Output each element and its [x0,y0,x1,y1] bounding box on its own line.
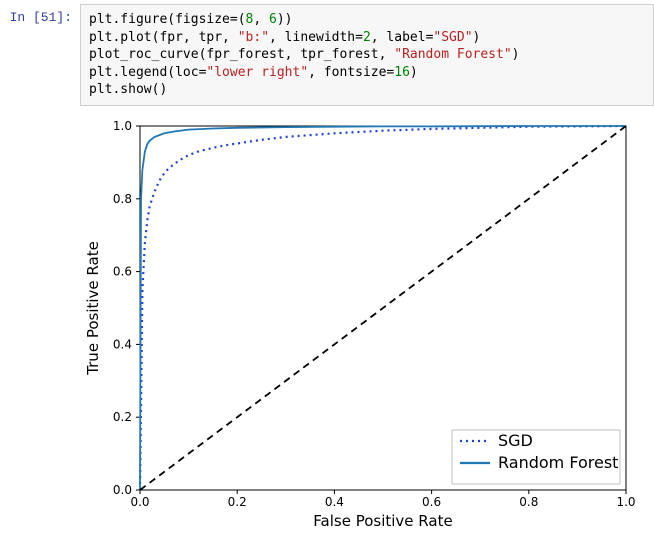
svg-text:False Positive Rate: False Positive Rate [313,512,452,530]
svg-text:1.0: 1.0 [616,495,635,509]
svg-text:SGD: SGD [498,431,533,450]
input-prompt: In [51]: [0,4,80,25]
code-input[interactable]: plt.figure(figsize=(8, 6)) plt.plot(fpr,… [80,4,654,106]
chart-svg: 0.0 0.2 0.4 0.6 0.8 1.0 0.0 0.2 0.4 0.6 0.8 1.0 Fals… [80,114,636,534]
svg-text:0.8: 0.8 [113,192,132,206]
svg-text:0.6: 0.6 [422,495,441,509]
svg-text:0.4: 0.4 [113,337,132,351]
svg-text:0.6: 0.6 [113,264,132,278]
svg-text:0.8: 0.8 [519,495,538,509]
prompt-number: [51]: [33,10,72,25]
svg-text:0.0: 0.0 [113,483,132,497]
svg-text:0.0: 0.0 [130,495,149,509]
prompt-prefix: In [10,10,33,25]
svg-text:0.2: 0.2 [228,495,247,509]
roc-chart: 0.0 0.2 0.4 0.6 0.8 1.0 0.0 0.2 0.4 0.6 0.8 1.0 Fals… [80,114,636,534]
svg-text:Random Forest: Random Forest [498,453,618,472]
output-area: 0.0 0.2 0.4 0.6 0.8 1.0 0.0 0.2 0.4 0.6 0.8 1.0 Fals… [80,106,654,534]
jupyter-cell: In [51]: plt.figure(figsize=(8, 6)) plt.… [0,0,654,106]
svg-text:0.4: 0.4 [325,495,344,509]
svg-text:1.0: 1.0 [113,119,132,133]
svg-text:True Positive Rate: True Positive Rate [84,241,102,376]
svg-text:0.2: 0.2 [113,410,132,424]
